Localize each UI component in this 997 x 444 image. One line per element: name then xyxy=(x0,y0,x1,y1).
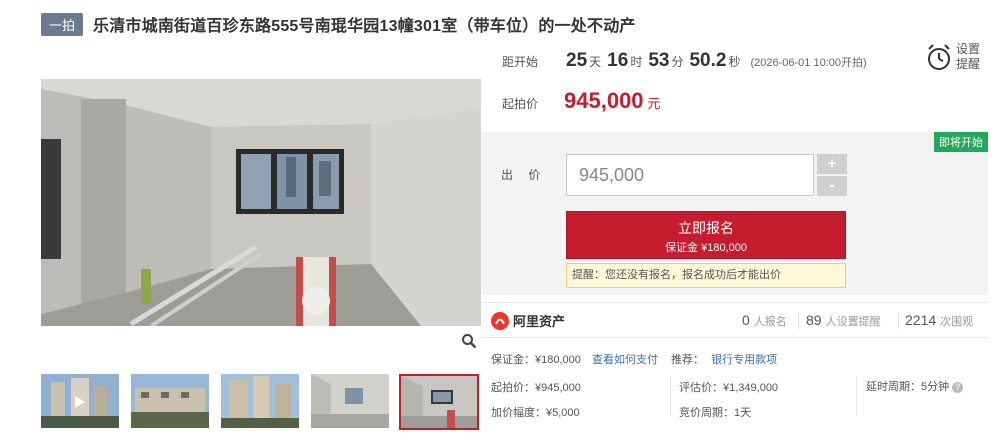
countdown-label: 距开始 xyxy=(502,55,539,69)
brand-name: 阿里资产 xyxy=(513,314,566,329)
magnifier-icon xyxy=(462,334,477,349)
status-badge: 即将开始 xyxy=(934,132,988,152)
start-price-unit: 元 xyxy=(647,96,661,111)
deposit-info: 保证金：¥180,000 查看如何支付 推荐： 银行专用款项 xyxy=(491,351,777,367)
alarm-clock-icon xyxy=(928,44,950,70)
how-to-pay-link[interactable]: 查看如何支付 xyxy=(592,354,658,366)
countdown: 距开始 25 天 16 时 53 分 50.2 秒 (2026-06-01 10… xyxy=(502,50,867,72)
countdown-minutes-unit: 分 xyxy=(671,55,684,69)
help-icon[interactable]: ? xyxy=(952,382,964,393)
ali-assets-logo: 阿里资产 xyxy=(491,311,565,330)
bid-stepper: + - xyxy=(817,154,847,196)
stats-divider xyxy=(798,313,799,329)
reminder-count-label: 人设置提醒 xyxy=(825,316,881,328)
title-bar: 一拍 乐清市城南街道百珍东路555号南琨华园13幢301室（带车位）的一处不动产 xyxy=(41,12,636,36)
countdown-days: 25 xyxy=(566,50,588,71)
reminder-count-value: 89 xyxy=(806,312,822,328)
countdown-minutes: 53 xyxy=(648,50,670,71)
view-count: 2214 次围观 xyxy=(905,312,973,329)
view-count-label: 次围观 xyxy=(940,316,974,328)
reminder-line-2: 提醒 xyxy=(956,57,981,71)
recommend-label: 推荐： xyxy=(671,354,705,366)
signup-count-label: 人报名 xyxy=(753,316,787,328)
signup-button[interactable]: 立即报名 保证金 ¥180,000 xyxy=(566,211,846,259)
room-photo xyxy=(41,79,481,326)
thumbnail-strip xyxy=(41,374,483,430)
countdown-hours-unit: 时 xyxy=(630,55,643,69)
countdown-seconds-unit: 秒 xyxy=(728,55,741,69)
thumbnail-2[interactable] xyxy=(131,374,209,428)
signup-hint: 提醒：您还没有报名，报名成功后才能出价 xyxy=(566,263,846,288)
reminder-count: 89 人设置提醒 xyxy=(806,312,881,329)
info-divider xyxy=(856,376,857,416)
zoom-button[interactable] xyxy=(457,330,481,352)
increase-button[interactable]: + xyxy=(817,154,847,174)
appraisal-info: 评估价：¥1,349,000 xyxy=(679,382,779,394)
view-count-value: 2214 xyxy=(905,312,937,328)
thumbnail-5[interactable] xyxy=(399,374,479,430)
deposit-label: 保证金 ¥180,000 xyxy=(665,242,747,254)
bid-label: 出 价 xyxy=(501,168,547,182)
decrease-button[interactable]: - xyxy=(817,176,847,196)
bid-panel: 即将开始 出 价 945,000 + - 立即报名 保证金 ¥180,000 提… xyxy=(481,132,988,295)
main-photo[interactable] xyxy=(41,79,481,326)
thumbnail-4[interactable] xyxy=(311,374,389,428)
thumbnail-3[interactable] xyxy=(221,374,299,428)
thumbnail-1[interactable] xyxy=(41,374,119,428)
signup-count: 0 人报名 xyxy=(742,312,787,329)
increment-info: 加价幅度：¥5,000 xyxy=(491,407,580,419)
stats-divider xyxy=(898,313,899,329)
start-time-note: (2026-06-01 10:00开拍) xyxy=(750,57,867,69)
signup-label: 立即报名 xyxy=(678,220,734,236)
delay-text: 延时周期：5分钟 xyxy=(866,381,950,393)
start-price: 起拍价 945,000 元 xyxy=(502,88,661,114)
start-price-info: 起拍价：¥945,000 xyxy=(491,382,581,394)
bank-funds-link[interactable]: 银行专用款项 xyxy=(711,354,777,366)
countdown-days-unit: 天 xyxy=(589,55,602,69)
countdown-hours: 16 xyxy=(607,50,629,71)
countdown-seconds: 50.2 xyxy=(689,50,727,71)
reminder-line-1: 设置 xyxy=(956,42,981,56)
start-price-label: 起拍价 xyxy=(502,97,539,111)
stats-row: 阿里资产 0 人报名 89 人设置提醒 2214 次围观 xyxy=(481,302,988,338)
start-price-value: 945,000 xyxy=(564,88,644,113)
page-title: 乐清市城南街道百珍东路555号南琨华园13幢301室（带车位）的一处不动产 xyxy=(93,18,636,35)
auction-page: 一拍 乐清市城南街道百珍东路555号南琨华园13幢301室（带车位）的一处不动产 xyxy=(0,0,997,444)
info-divider xyxy=(670,376,671,416)
bid-amount-input[interactable]: 945,000 xyxy=(566,154,814,196)
ali-assets-mark-icon xyxy=(491,311,509,330)
signup-count-value: 0 xyxy=(742,312,750,328)
bid-cycle-info: 竞价周期：1天 xyxy=(679,407,752,419)
set-reminder-button[interactable]: 设置 提醒 xyxy=(926,42,980,72)
deposit-text: 保证金：¥180,000 xyxy=(491,354,581,366)
delay-info: 延时周期：5分钟? xyxy=(866,378,964,394)
round-tag: 一拍 xyxy=(41,12,84,36)
